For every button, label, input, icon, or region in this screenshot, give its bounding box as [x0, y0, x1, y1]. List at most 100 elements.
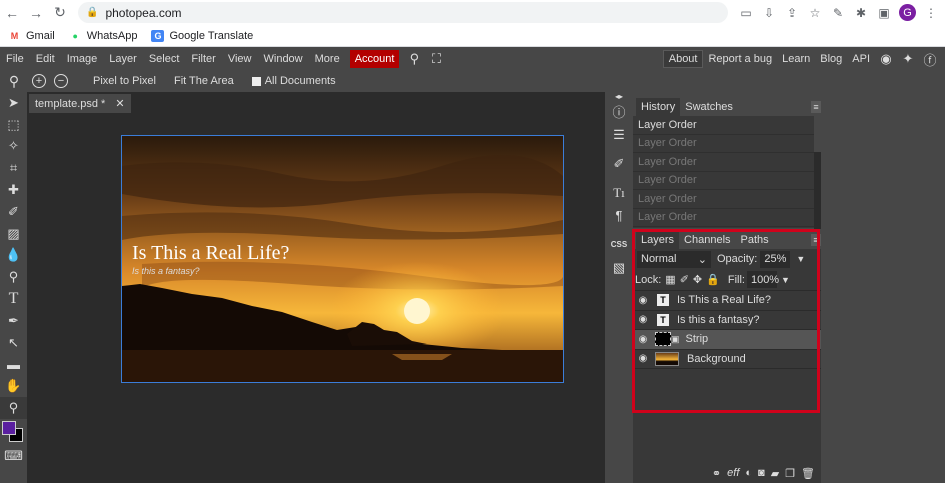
fullscreen-icon[interactable]: ⛶	[427, 50, 445, 68]
path-select-tool-icon[interactable]: ↖	[0, 332, 27, 354]
bookmark-google-translate[interactable]: G Google Translate	[151, 29, 253, 42]
new-group-folder-icon[interactable]: ▰	[771, 467, 779, 480]
reload-icon[interactable]: ↻	[48, 0, 72, 25]
tab-paths[interactable]: Paths	[736, 231, 774, 249]
zoom-tool-icon[interactable]: ⚲	[0, 397, 27, 419]
fit-area-button[interactable]: Fit The Area	[165, 75, 243, 87]
all-documents-checkbox[interactable]: All Documents	[243, 75, 345, 87]
visibility-eye-icon[interactable]: ◉	[633, 295, 653, 306]
layers-panel-menu-icon[interactable]: ≡	[811, 234, 821, 246]
history-scrollbar[interactable]	[814, 152, 821, 229]
facebook-icon[interactable]: ⓕ	[921, 50, 939, 68]
move-tool-icon[interactable]: ➤	[0, 92, 27, 114]
magic-wand-tool-icon[interactable]: ✧	[0, 136, 27, 158]
effects-button[interactable]: eff	[727, 467, 739, 479]
search-icon[interactable]: ⚲	[405, 50, 423, 68]
tab-channels[interactable]: Channels	[679, 231, 735, 249]
extensions-icon[interactable]: ✱	[853, 5, 869, 21]
zoom-out-icon[interactable]: −	[50, 74, 72, 88]
adjustment-layer-icon[interactable]: ◐	[745, 467, 752, 479]
visibility-eye-icon[interactable]: ◉	[633, 314, 653, 325]
sidebar-icon[interactable]: ▣	[876, 5, 892, 21]
menu-select[interactable]: Select	[143, 48, 186, 70]
layer-row[interactable]: ◉ ▣ Strip	[633, 330, 821, 350]
properties-icon[interactable]: ☰	[605, 123, 633, 146]
reddit-icon[interactable]: ◉	[877, 50, 895, 68]
history-panel-menu-icon[interactable]: ≡	[811, 101, 821, 113]
info-icon[interactable]: ⓘ	[605, 100, 633, 123]
download-icon[interactable]: ⇩	[761, 5, 777, 21]
menu-more[interactable]: More	[309, 48, 346, 70]
tab-history[interactable]: History	[636, 98, 681, 116]
brush-settings-icon[interactable]: ✐	[605, 152, 633, 175]
eyedropper-icon[interactable]: ✎	[830, 5, 846, 21]
history-item[interactable]: Layer Order	[633, 153, 814, 172]
collapse-arrows-icon[interactable]: ◂▸	[605, 92, 633, 101]
account-button[interactable]: Account	[349, 50, 400, 68]
history-item[interactable]: Layer Order	[633, 135, 814, 153]
foreground-color-swatch[interactable]	[2, 420, 16, 435]
lock-pixels-icon[interactable]: ✐	[680, 273, 689, 286]
bookmark-whatsapp[interactable]: ● WhatsApp	[69, 30, 138, 42]
layer-row[interactable]: ◉ T Is this a fantasy?	[633, 311, 821, 330]
twitter-icon[interactable]: ✦	[899, 50, 917, 68]
document-tab[interactable]: template.psd * ✕	[29, 94, 131, 113]
shape-tool-icon[interactable]: ▬	[0, 354, 27, 376]
fill-input[interactable]: 100%	[746, 271, 779, 288]
menu-about[interactable]: About	[662, 50, 704, 68]
link-layers-icon[interactable]: ⚭	[712, 467, 721, 480]
css-icon[interactable]: CSS	[605, 233, 633, 256]
lock-transparency-icon[interactable]: ▦	[665, 273, 675, 286]
bookmark-page-icon[interactable]: ▭	[738, 5, 754, 21]
menu-layer[interactable]: Layer	[103, 48, 143, 70]
layer-row[interactable]: ◉ T Is This a Real Life?	[633, 291, 821, 311]
opacity-input[interactable]: 25%	[760, 250, 791, 268]
type-tool-icon[interactable]: T	[0, 288, 27, 310]
visibility-eye-icon[interactable]: ◉	[633, 334, 653, 345]
menu-view[interactable]: View	[222, 48, 258, 70]
kebab-menu-icon[interactable]: ⋮	[923, 5, 939, 21]
menu-edit[interactable]: Edit	[30, 48, 61, 70]
menu-file[interactable]: File	[0, 48, 30, 70]
healing-tool-icon[interactable]: ✚	[0, 179, 27, 201]
image-icon[interactable]: ▧	[605, 256, 633, 279]
menu-filter[interactable]: Filter	[185, 48, 221, 70]
new-layer-icon[interactable]: ❐	[785, 467, 795, 480]
opacity-dropdown-icon[interactable]: ▼	[796, 254, 805, 264]
star-icon[interactable]: ☆	[807, 5, 823, 21]
history-item[interactable]: Layer Order	[633, 209, 814, 227]
menu-api[interactable]: API	[847, 48, 875, 70]
visibility-eye-icon[interactable]: ◉	[633, 353, 653, 364]
canvas-workspace[interactable]: template.psd * ✕ Is This a Real Life? Is…	[27, 92, 605, 483]
paragraph-icon[interactable]: ¶	[605, 204, 633, 227]
blend-mode-select[interactable]: Normal ⌄	[637, 250, 711, 268]
bookmark-gmail[interactable]: M Gmail	[8, 30, 55, 42]
gradient-tool-icon[interactable]: ▨	[0, 223, 27, 245]
menu-blog[interactable]: Blog	[815, 48, 847, 70]
menu-learn[interactable]: Learn	[777, 48, 815, 70]
blur-tool-icon[interactable]: 💧	[0, 245, 27, 267]
document-canvas[interactable]: Is This a Real Life? Is this a fantasy?	[121, 135, 564, 383]
character-icon[interactable]: Tı	[605, 181, 633, 204]
menu-window[interactable]: Window	[258, 48, 309, 70]
profile-avatar[interactable]: G	[899, 4, 916, 21]
tab-layers[interactable]: Layers	[636, 231, 680, 249]
address-bar[interactable]: 🔒 photopea.com	[78, 2, 728, 23]
tab-swatches[interactable]: Swatches	[680, 98, 738, 116]
dodge-tool-icon[interactable]: ⚲	[0, 266, 27, 288]
delete-layer-icon[interactable]: 🗑	[801, 467, 815, 480]
lock-all-icon[interactable]: 🔒	[706, 273, 720, 286]
zoom-in-icon[interactable]: +	[28, 74, 50, 88]
keyboard-icon[interactable]: ⌨	[0, 445, 27, 467]
forward-arrow-icon[interactable]: →	[24, 0, 48, 25]
color-swatches[interactable]	[0, 419, 27, 445]
history-item[interactable]: Layer Order	[633, 190, 814, 209]
brush-tool-icon[interactable]: ✐	[0, 201, 27, 223]
close-icon[interactable]: ✕	[115, 97, 124, 110]
marquee-tool-icon[interactable]: ⬚	[0, 114, 27, 136]
layer-mask-add-icon[interactable]: ◙	[758, 467, 765, 479]
pixel-to-pixel-button[interactable]: Pixel to Pixel	[84, 75, 165, 87]
menu-report-bug[interactable]: Report a bug	[703, 48, 777, 70]
layer-row[interactable]: ◉ Background	[633, 350, 821, 369]
fill-dropdown-icon[interactable]: ▼	[781, 275, 790, 285]
